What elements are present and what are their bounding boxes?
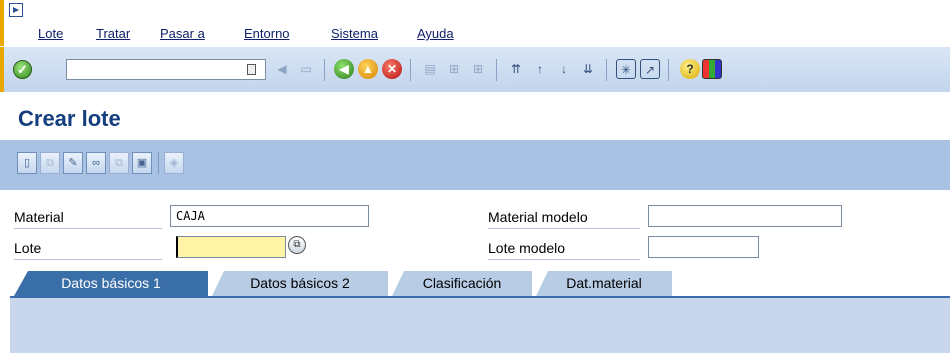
menu-item-entorno[interactable]: Entorno [244, 26, 290, 41]
tab-clasificacion[interactable]: Clasificación [392, 271, 532, 296]
next-page-icon[interactable]: ↓ [554, 59, 574, 79]
title-bar [0, 92, 950, 140]
customize-layout-icon[interactable] [702, 59, 722, 79]
material-label: Material [14, 206, 162, 229]
cancel-icon[interactable]: ✕ [382, 59, 402, 79]
material-modelo-field[interactable] [648, 205, 842, 227]
lote-field[interactable] [176, 236, 286, 258]
find-icon[interactable]: ⊞ [444, 59, 464, 79]
copy-icon[interactable]: ⧉ [40, 152, 60, 174]
lote-label: Lote [14, 237, 162, 260]
command-field[interactable] [66, 59, 266, 80]
last-page-icon[interactable]: ⇊ [578, 59, 598, 79]
standard-toolbar: ✓ ◀ ▭ ◀ ▲ ✕ ▤ ⊞ ⊞ ⇈ ↑ ↓ ⇊ ✳ ↗ ? [0, 46, 950, 93]
classification-icon[interactable]: ⧉ [109, 152, 129, 174]
create-icon[interactable]: ▯ [17, 152, 37, 174]
toolbar-divider [496, 59, 497, 81]
command-history-icon[interactable] [247, 64, 256, 75]
shortcut-icon[interactable]: ↗ [640, 59, 660, 79]
tab-content-panel [10, 296, 950, 353]
window-edge [0, 47, 4, 93]
tab-dat-material[interactable]: Dat.material [536, 271, 672, 296]
toolbar-divider [668, 59, 669, 81]
exit-icon[interactable]: ▲ [358, 59, 378, 79]
document-icon[interactable]: ▣ [132, 152, 152, 174]
create-session-icon[interactable]: ✳ [616, 59, 636, 79]
tab-datos-basicos-1[interactable]: Datos básicos 1 [14, 271, 208, 296]
lote-modelo-field[interactable] [648, 236, 759, 258]
print-icon[interactable]: ▤ [420, 59, 440, 79]
lote-modelo-label: Lote modelo [488, 237, 640, 260]
back-arrow-icon[interactable]: ◀ [272, 59, 292, 79]
first-page-icon[interactable]: ⇈ [506, 59, 526, 79]
print-icon[interactable]: ◈ [164, 152, 184, 174]
menu-item-lote[interactable]: Lote [38, 26, 63, 41]
system-menu-icon[interactable] [9, 3, 23, 17]
search-help-icon[interactable]: ⧉ [288, 236, 306, 254]
back-green-icon[interactable]: ◀ [334, 59, 354, 79]
menu-item-tratar[interactable]: Tratar [96, 26, 130, 41]
toolbar-divider [606, 59, 607, 81]
toolbar-divider [158, 152, 159, 174]
window-edge [0, 0, 4, 46]
tab-datos-basicos-2[interactable]: Datos básicos 2 [212, 271, 388, 296]
display-icon[interactable]: ∞ [86, 152, 106, 174]
menu-bar [0, 0, 950, 46]
menu-item-ayuda[interactable]: Ayuda [417, 26, 454, 41]
material-field[interactable]: CAJA [170, 205, 369, 227]
page-title: Crear lote [18, 106, 121, 131]
menu-item-pasar-a[interactable]: Pasar a [160, 26, 205, 41]
change-icon[interactable]: ✎ [63, 152, 83, 174]
help-icon[interactable]: ? [680, 59, 700, 79]
toolbar-divider [410, 59, 411, 81]
material-modelo-label: Material modelo [488, 206, 640, 229]
enter-icon[interactable]: ✓ [13, 60, 32, 79]
previous-page-icon[interactable]: ↑ [530, 59, 550, 79]
save-icon[interactable]: ▭ [296, 59, 316, 79]
toolbar-divider [324, 59, 325, 81]
menu-item-sistema[interactable]: Sistema [331, 26, 378, 41]
find-next-icon[interactable]: ⊞ [468, 59, 488, 79]
